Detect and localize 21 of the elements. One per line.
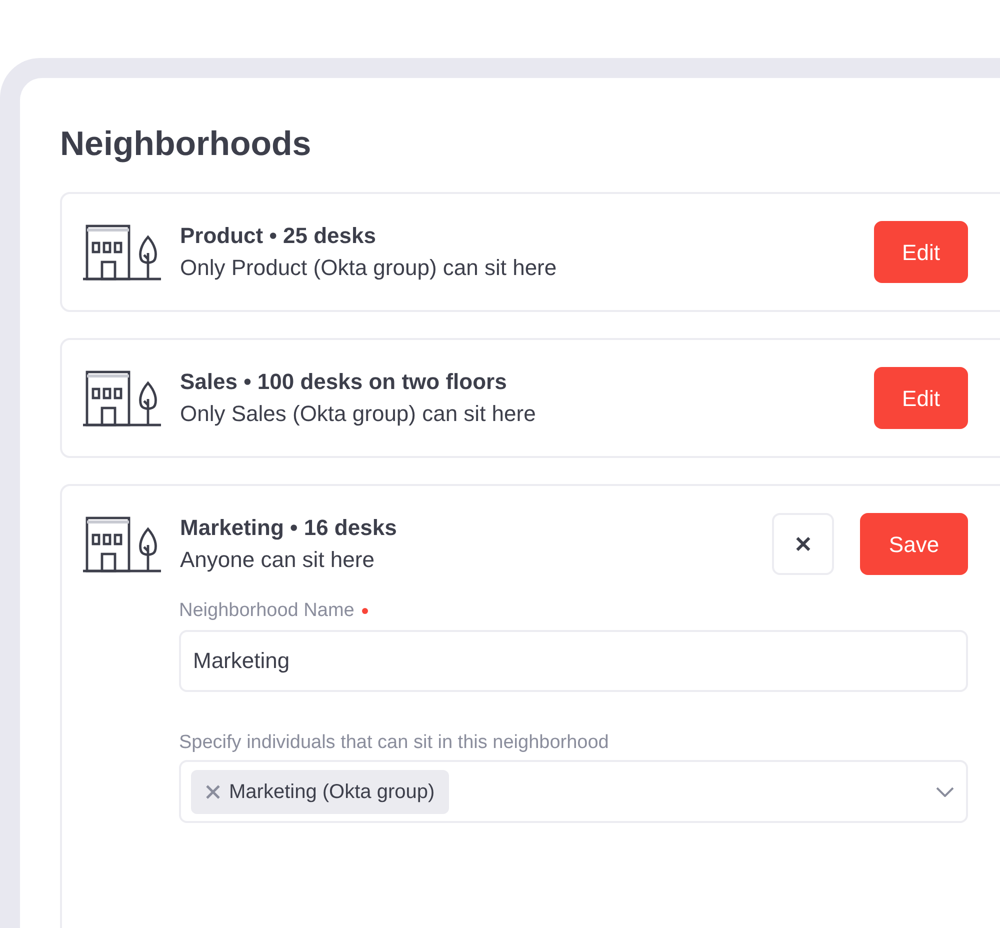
building-tree-icon xyxy=(83,515,161,573)
edit-button[interactable]: Edit xyxy=(874,221,968,283)
neighborhood-access: Only Product (Okta group) can sit here xyxy=(180,254,557,282)
page-title: Neighborhoods xyxy=(60,124,312,165)
chip-label: Marketing (Okta group) xyxy=(229,780,435,804)
edit-button[interactable]: Edit xyxy=(874,367,968,429)
building-tree-icon xyxy=(83,223,161,281)
building-tree-icon xyxy=(83,369,161,427)
neighborhood-title: Product • 25 desks xyxy=(180,222,378,250)
field-label: Neighborhood Name xyxy=(179,599,354,623)
name-input-field[interactable]: Marketing xyxy=(179,630,968,692)
neighborhood-title: Sales • 100 desks on two floors xyxy=(180,368,508,396)
members-select-field[interactable]: Marketing (Okta group) xyxy=(179,760,968,823)
neighborhood-access: Anyone can sit here xyxy=(180,546,376,574)
cancel-button[interactable]: ✕ xyxy=(772,513,834,575)
save-button[interactable]: Save xyxy=(860,513,968,575)
chevron-down-icon[interactable] xyxy=(936,786,954,796)
neighborhood-access: Only Sales (Okta group) can sit here xyxy=(180,400,536,428)
neighborhood-title: Marketing • 16 desks xyxy=(180,514,397,542)
remove-icon[interactable] xyxy=(205,784,221,800)
field-label: Specify individuals that can sit in this neighborhood xyxy=(179,731,610,755)
